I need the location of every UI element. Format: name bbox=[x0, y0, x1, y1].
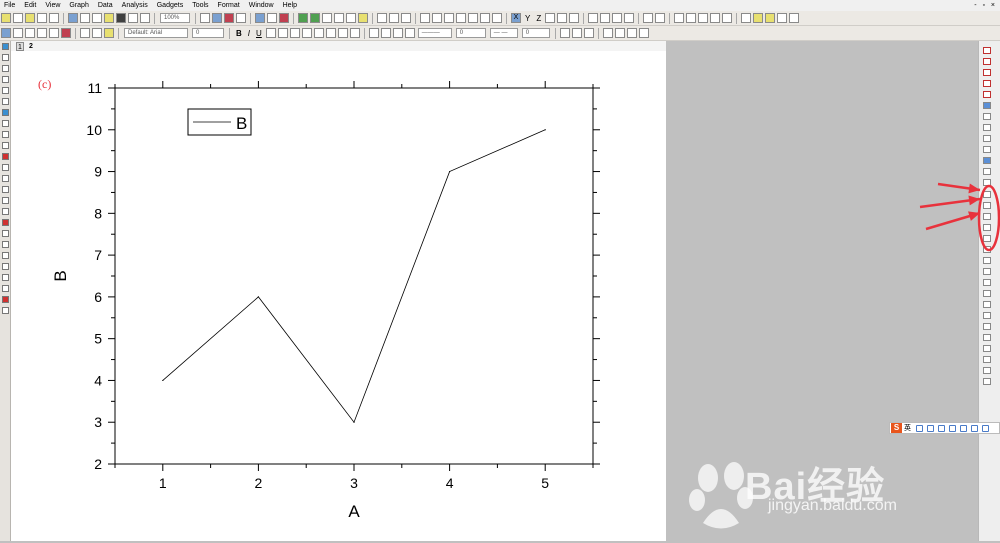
annotation-arrowhead bbox=[968, 183, 980, 194]
annotation-ellipse bbox=[977, 184, 1000, 252]
paw-watermark-icon bbox=[689, 462, 753, 529]
annotation-overlay bbox=[689, 182, 1000, 529]
red-annotation-arrows bbox=[919, 182, 1000, 252]
